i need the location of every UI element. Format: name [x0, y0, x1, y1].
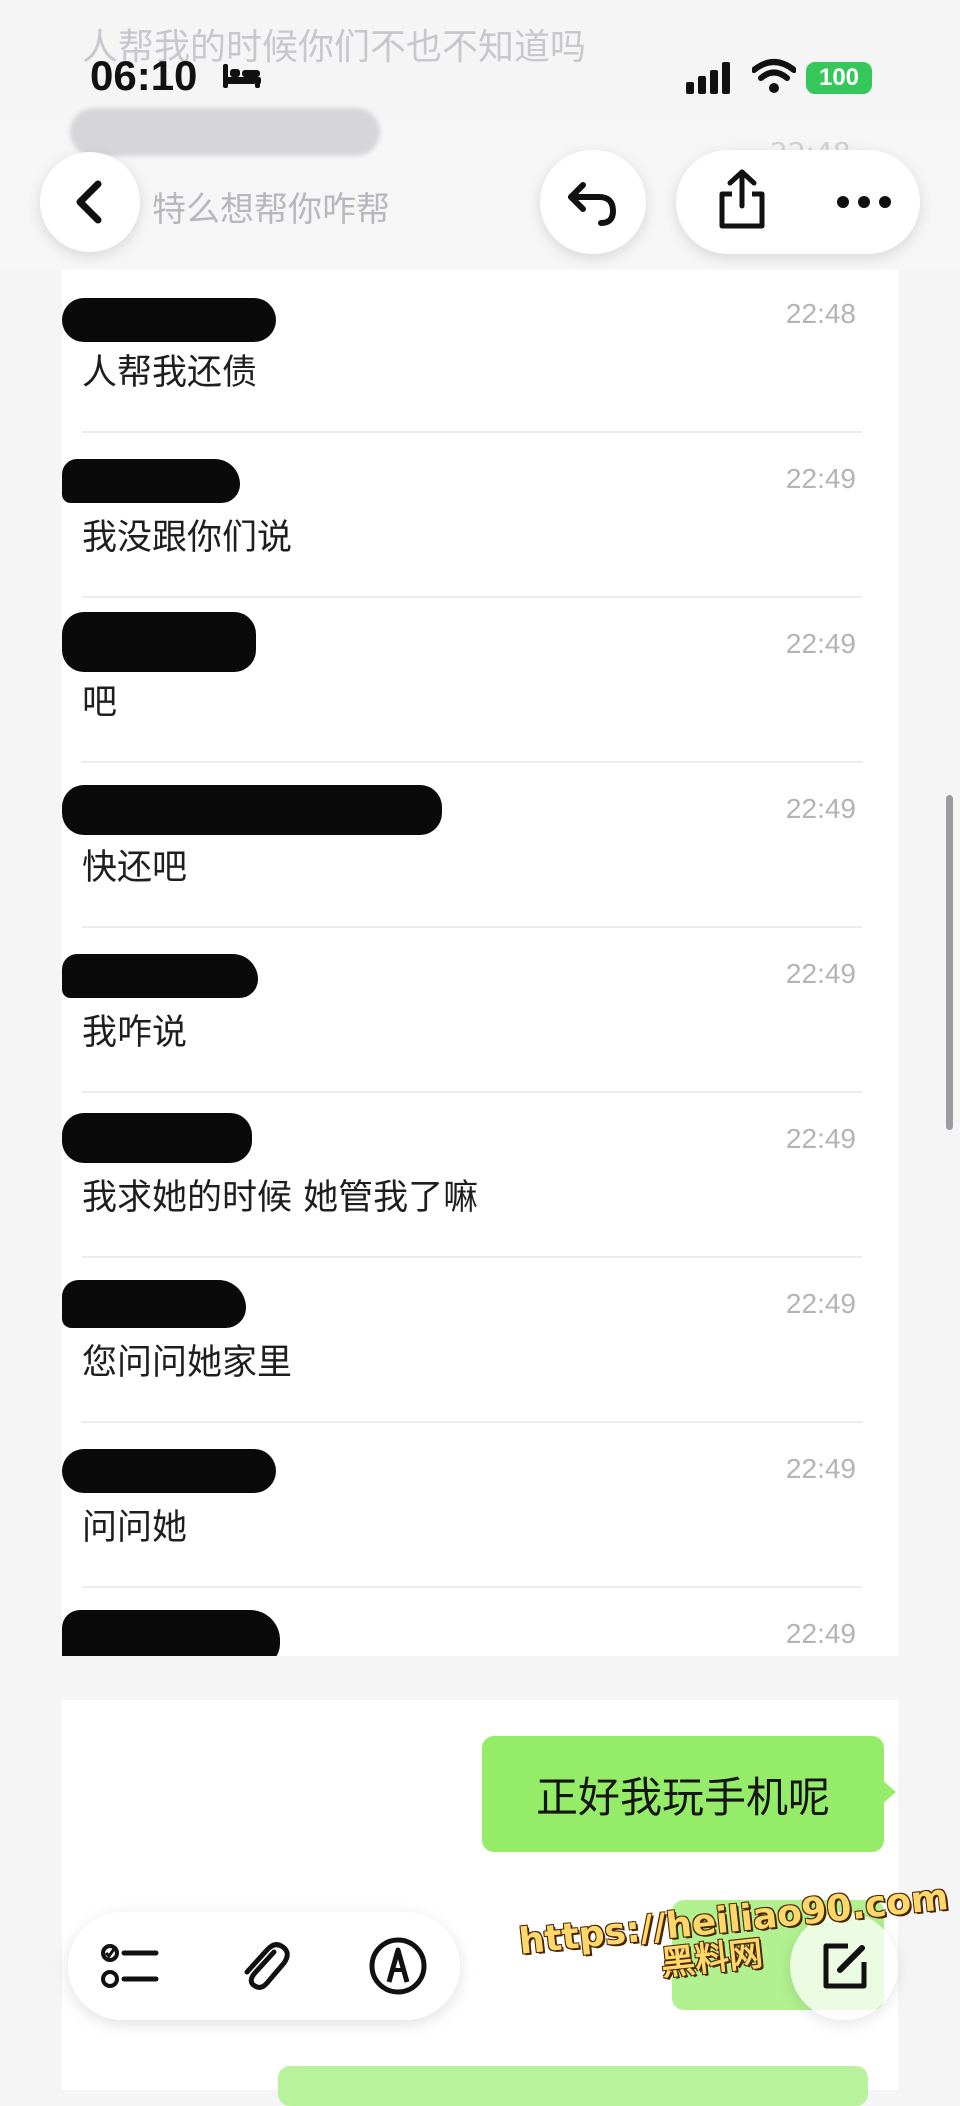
battery-indicator: 100	[806, 62, 872, 94]
message-list[interactable]: 22:48 人帮我还债 22:49 我没跟你们说 22:49 吧 22:49 快…	[62, 268, 898, 1656]
message-time: 22:49	[785, 628, 856, 659]
message-text: 人帮我还债	[82, 353, 258, 393]
list-item[interactable]: 22:49 我求她的时候 她管我了嘛	[62, 1093, 898, 1258]
status-time: 06:10	[90, 52, 198, 99]
list-item[interactable]: 22:48 人帮我还债	[62, 268, 898, 433]
message-text: 我咋说	[82, 1013, 188, 1053]
list-item[interactable]: 22:49 快还吧	[62, 763, 898, 928]
message-text: 我没跟你们说	[82, 518, 293, 558]
sent-message-bubble-partial[interactable]	[278, 2066, 868, 2106]
message-time: 22:49	[785, 1288, 856, 1319]
message-time: 22:49	[785, 463, 856, 494]
message-time: 22:48	[785, 298, 856, 329]
redacted-sender	[62, 1280, 246, 1328]
redacted-sender	[62, 1113, 252, 1163]
redacted-sender	[62, 298, 276, 342]
message-text: 我求她的时候 她管我了嘛	[82, 1178, 479, 1218]
sleep-focus-icon	[223, 64, 261, 88]
message-time: 22:49	[785, 958, 856, 989]
share-icon[interactable]	[712, 168, 772, 232]
bottom-toolbar	[68, 1912, 460, 2020]
status-bar: 人帮我的时候你们不也不知道吗 06:10 100	[0, 0, 960, 120]
back-button[interactable]	[40, 152, 140, 252]
message-time: 22:49	[785, 1453, 856, 1484]
message-text: 您问问她家里	[82, 1343, 293, 1383]
scrollbar-thumb[interactable]	[946, 795, 953, 1130]
redacted-sender	[62, 954, 258, 998]
reply-button[interactable]	[540, 150, 646, 254]
message-time: 22:49	[785, 1618, 856, 1649]
message-time: 22:49	[785, 1123, 856, 1154]
faded-message-preview: 特么想帮你咋帮	[152, 190, 390, 230]
redacted-sender	[62, 1449, 276, 1493]
wifi-icon	[752, 59, 796, 93]
list-item[interactable]: 22:49 我没跟你们说	[62, 433, 898, 598]
redacted-sender	[62, 459, 240, 503]
redacted-sender	[62, 1610, 280, 1656]
back-arrow-icon	[76, 180, 102, 224]
list-item[interactable]: 22:49 您问问她家里	[62, 1258, 898, 1423]
more-icon[interactable]	[836, 195, 892, 209]
message-text: 问问她	[82, 1508, 188, 1548]
redacted-sender	[62, 612, 256, 672]
redacted-sender	[62, 785, 442, 835]
signal-strength-icon	[686, 62, 730, 94]
checklist-icon[interactable]	[100, 1936, 160, 1996]
share-more-group	[676, 150, 920, 254]
sent-message-bubble[interactable]: 正好我玩手机呢	[482, 1736, 884, 1852]
list-item[interactable]: 22:49	[62, 1588, 898, 1656]
message-time: 22:49	[785, 793, 856, 824]
list-item[interactable]: 22:49 吧	[62, 598, 898, 763]
paperclip-icon[interactable]	[234, 1936, 294, 1996]
markup-pen-icon[interactable]	[368, 1936, 428, 1996]
list-item[interactable]: 22:49 问问她	[62, 1423, 898, 1588]
reply-icon	[568, 182, 617, 226]
message-text: 吧	[82, 683, 118, 723]
message-text: 快还吧	[82, 848, 188, 888]
list-item[interactable]: 22:49 我咋说	[62, 928, 898, 1093]
bubble-tail	[882, 1780, 896, 1804]
